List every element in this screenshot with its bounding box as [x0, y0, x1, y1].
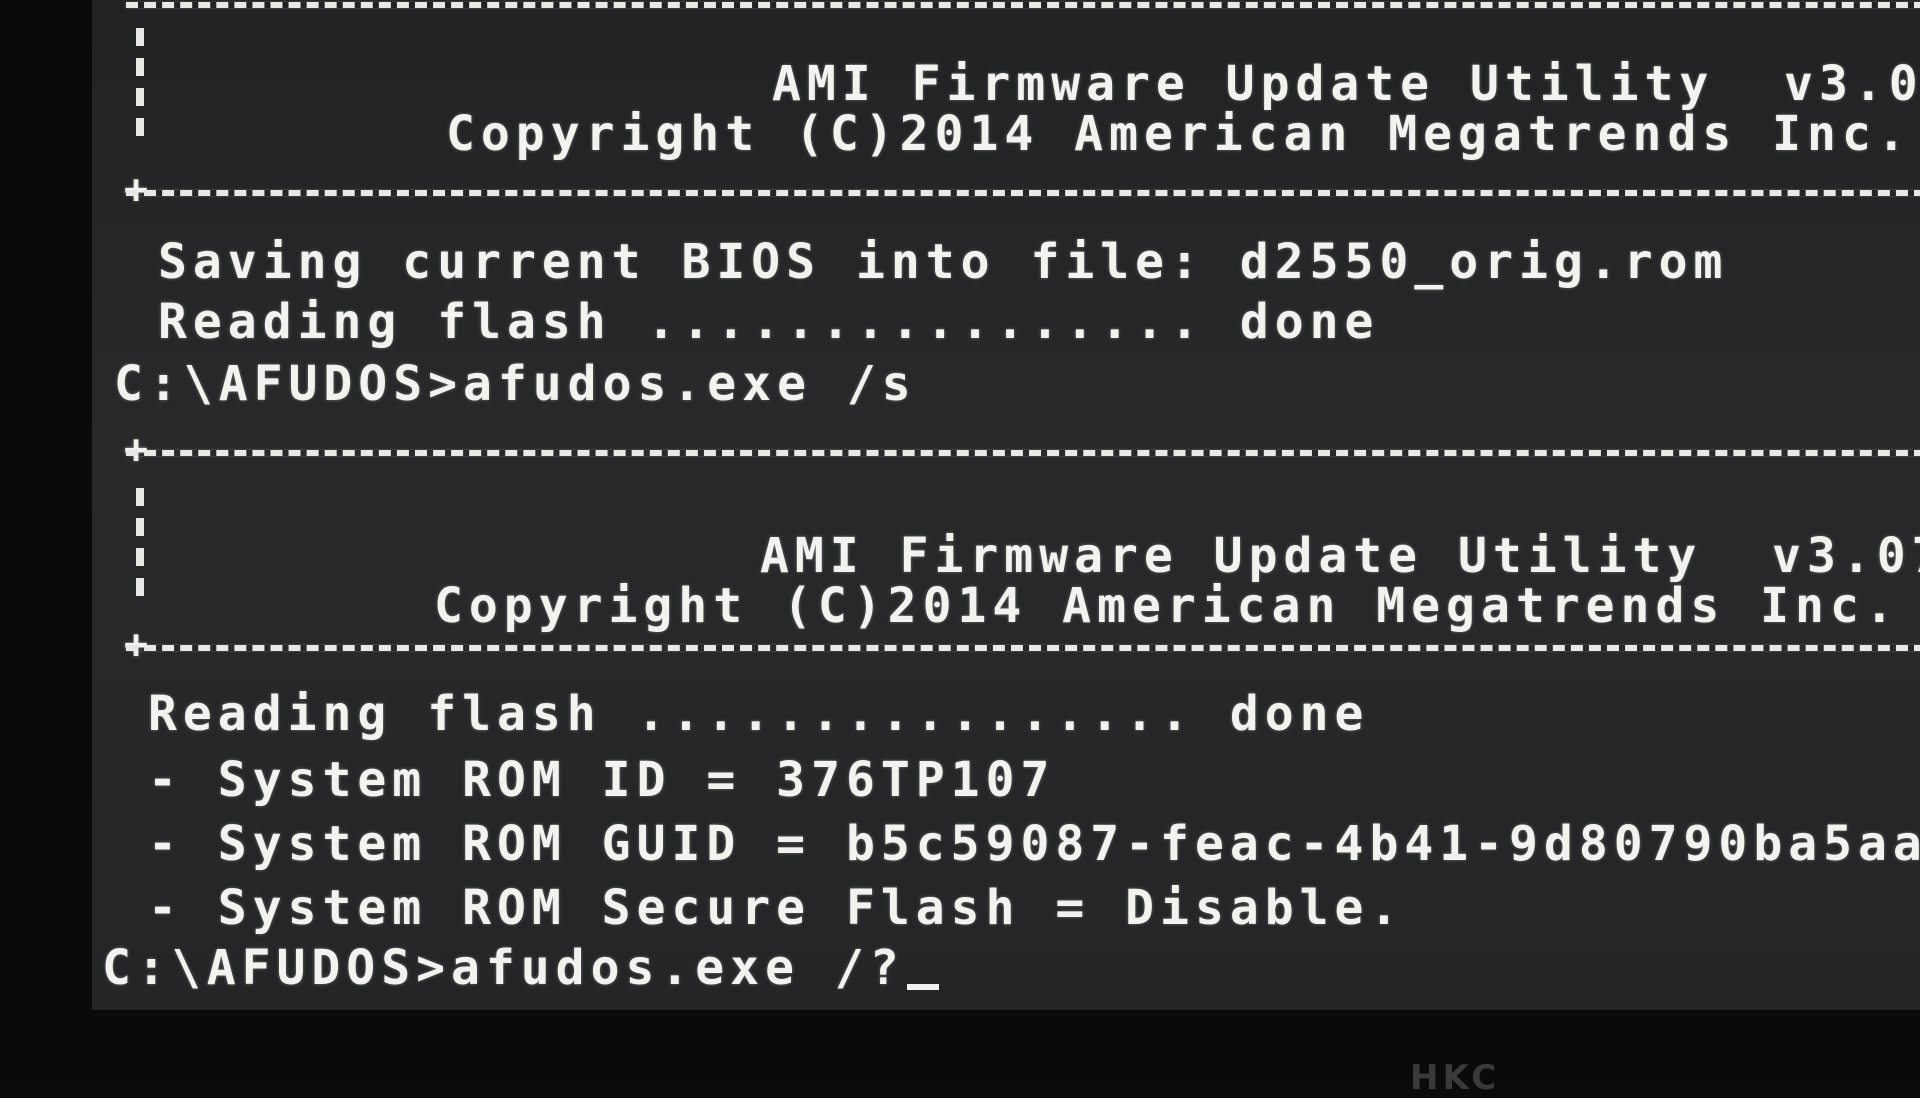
reading-flash-line: Reading flash ................ done [158, 294, 1380, 350]
copyright-line: Copyright (C)2014 American Megatrends In… [434, 578, 1920, 634]
box-border-bottom [126, 645, 1920, 651]
utility-title: AMI Firmware Update Utility v3.0 [772, 56, 1920, 112]
box-border-top [126, 450, 1920, 456]
box-border-top [126, 2, 1920, 8]
copyright-line: Copyright (C)2014 American Megatrends In… [446, 106, 1920, 162]
command-prompt-line: C:\AFUDOS>afudos.exe /s [114, 356, 917, 412]
secure-flash-line: - System ROM Secure Flash = Disable. [148, 880, 1405, 936]
box-border-left [136, 488, 144, 598]
dos-terminal-screen[interactable]: AMI Firmware Update Utility v3.0 Copyrig… [92, 0, 1920, 1010]
rom-id-line: - System ROM ID = 376TP107 [148, 752, 1056, 808]
reading-flash-line: Reading flash ................ done [148, 686, 1370, 742]
utility-title: AMI Firmware Update Utility v3.07 [760, 528, 1920, 584]
command-input-line[interactable]: C:\AFUDOS>afudos.exe /? [102, 944, 939, 992]
text-cursor [906, 984, 939, 990]
box-border-left [136, 28, 144, 138]
monitor-brand-logo: HKC [1410, 1058, 1501, 1098]
saving-bios-line: Saving current BIOS into file: d2550_ori… [158, 234, 1729, 290]
box-border-bottom [126, 190, 1920, 196]
command-prompt-text: C:\AFUDOS>afudos.exe /? [102, 940, 905, 996]
rom-guid-line: - System ROM GUID = b5c59087-feac-4b41-9… [148, 816, 1920, 872]
